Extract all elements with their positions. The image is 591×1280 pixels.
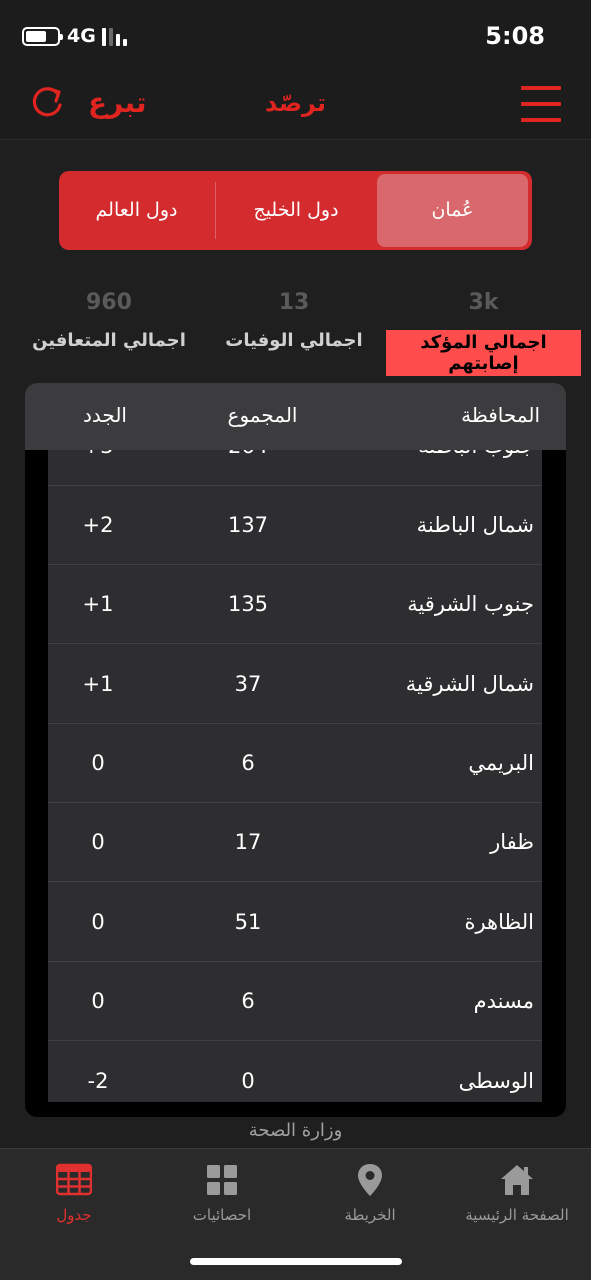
source-note: وزارة الصحة [248, 1120, 343, 1141]
app-header: تبرع ترصّد [0, 70, 591, 140]
network-type: 4G [67, 25, 96, 47]
table-row[interactable]: ظفار 17 0 [48, 803, 542, 882]
governorate-table: المحافظة المجموع الجدد جنوب الباطنة 264 … [25, 383, 566, 1117]
battery-icon [22, 27, 63, 46]
status-bar: 4G 5:08 [0, 0, 591, 70]
menu-icon[interactable] [521, 84, 561, 124]
status-time: 5:08 [485, 22, 545, 50]
header-governorate: المحافظة [461, 403, 540, 427]
region-segmented-control: دول العالم دول الخليج عُمان [59, 171, 532, 250]
table-row[interactable]: شمال الشرقية 37 +1 [48, 645, 542, 724]
stat-recovered: 960 اجمالي المتعافين [14, 290, 204, 351]
home-indicator [190, 1258, 402, 1265]
home-icon [501, 1165, 533, 1195]
table-row[interactable]: مسندم 6 0 [48, 962, 542, 1041]
table-row[interactable]: جنوب الباطنة 264 +3 [48, 450, 542, 486]
segment-oman[interactable]: عُمان [377, 174, 528, 247]
table-header: المحافظة المجموع الجدد [25, 383, 566, 450]
table-row[interactable]: جنوب الشرقية 135 +1 [48, 565, 542, 644]
map-pin-icon [358, 1164, 382, 1196]
stat-confirmed-value: 3k [468, 290, 499, 315]
segment-world[interactable]: دول العالم [59, 171, 214, 250]
table-row[interactable]: البريمي 6 0 [48, 724, 542, 803]
stat-deaths: 13 اجمالي الوفيات [199, 290, 389, 351]
stat-confirmed-label: اجمالي المؤكد إصابتهم [386, 330, 581, 376]
table-scroll-area[interactable]: جنوب الباطنة 264 +3 شمال الباطنة 137 +2 … [48, 450, 542, 1102]
stat-recovered-value: 960 [86, 290, 132, 315]
header-total: المجموع [227, 403, 298, 427]
tab-home[interactable]: الصفحة الرئيسية [443, 1149, 591, 1229]
stat-confirmed: 3k اجمالي المؤكد إصابتهم [386, 290, 581, 376]
tab-map[interactable]: الخريطة [296, 1149, 444, 1229]
header-new: الجدد [83, 403, 127, 427]
table-row[interactable]: الظاهرة 51 0 [48, 883, 542, 962]
table-icon [56, 1163, 92, 1196]
grid-icon [207, 1165, 237, 1195]
table-row[interactable]: شمال الباطنة 137 +2 [48, 486, 542, 565]
segment-gulf[interactable]: دول الخليج [216, 171, 376, 250]
stat-deaths-label: اجمالي الوفيات [225, 330, 363, 351]
stat-deaths-value: 13 [278, 290, 310, 315]
stat-recovered-label: اجمالي المتعافين [32, 330, 186, 351]
tab-statistics[interactable]: احصائيات [148, 1149, 296, 1229]
app-title: ترصّد [265, 89, 326, 117]
signal-strength-icon [102, 28, 130, 46]
table-row[interactable]: الوسطى 0 -2 [48, 1042, 542, 1102]
tab-table[interactable]: جدول [0, 1149, 148, 1229]
